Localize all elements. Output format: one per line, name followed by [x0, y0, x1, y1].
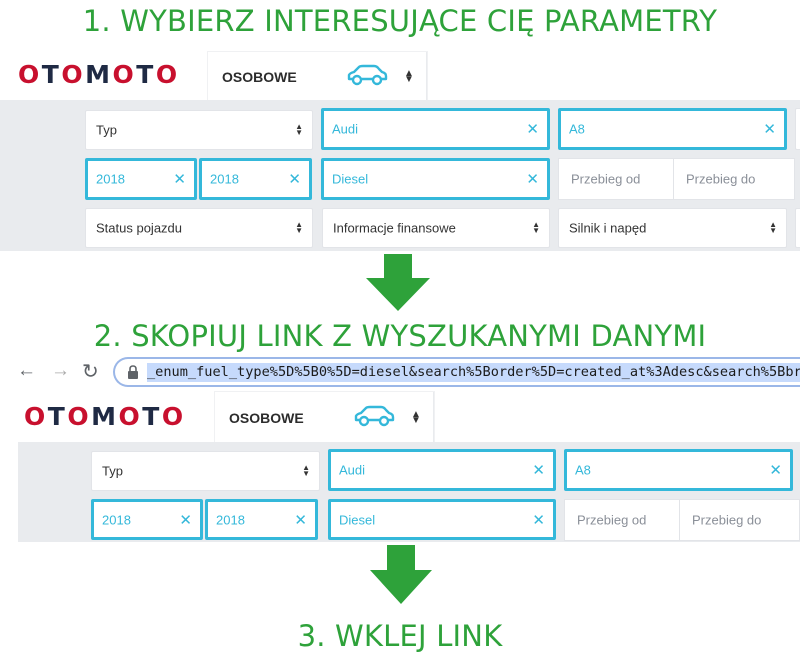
brand-value: Audi [339, 462, 366, 478]
year-to-value: 2018 [210, 171, 239, 187]
sort-arrows-icon: ▲ ▼ [295, 122, 303, 137]
otomoto-logo[interactable]: OTOMOTO [18, 60, 180, 89]
step-2-title: 2. SKOPIUJ LINK Z WYSZUKANYMI DANYMI [93, 319, 707, 353]
brand-select[interactable]: Audi ✕ [328, 449, 556, 491]
sort-arrows-icon: ▲ ▼ [769, 220, 777, 235]
clear-icon[interactable]: ✕ [526, 170, 539, 188]
year-to-value: 2018 [216, 512, 245, 527]
more-field-edge [795, 208, 800, 248]
model-select[interactable]: A8 ✕ [564, 449, 793, 491]
sort-arrows-icon: ▲ ▼ [295, 220, 303, 235]
forward-icon[interactable]: → [51, 360, 70, 382]
sort-arrows-icon: ▲ ▼ [532, 220, 540, 235]
clear-icon[interactable]: ✕ [179, 511, 192, 529]
vehicle-status-label: Status pojazdu [96, 220, 183, 236]
category-label: OSOBOWE [222, 69, 297, 85]
back-icon[interactable]: ← [17, 360, 36, 382]
finance-info-label: Informacje finansowe [333, 220, 456, 236]
down-arrow-icon [364, 254, 432, 312]
fuel-select[interactable]: Diesel ✕ [321, 158, 550, 200]
category-dropdown-icon: ▲ ▼ [404, 68, 414, 85]
mileage-range: Przebieg od Przebieg do [564, 499, 800, 541]
mileage-to-placeholder: Przebieg do [692, 512, 762, 528]
otomoto-logo[interactable]: OTOMOTO [24, 402, 186, 431]
clear-icon[interactable]: ✕ [526, 120, 539, 138]
model-value: A8 [575, 462, 591, 478]
mileage-range: Przebieg od Przebieg do [558, 158, 795, 200]
address-bar[interactable]: _enum_fuel_type%5D%5B0%5D=diesel&search%… [113, 357, 800, 387]
clear-icon[interactable]: ✕ [173, 170, 186, 188]
category-dropdown-icon: ▲ ▼ [411, 409, 421, 426]
mileage-to-input[interactable]: Przebieg do [680, 500, 800, 540]
sort-arrows-icon: ▲ ▼ [302, 463, 310, 478]
clear-icon[interactable]: ✕ [294, 511, 307, 529]
clear-icon[interactable]: ✕ [532, 461, 545, 479]
clear-icon[interactable]: ✕ [763, 120, 776, 138]
year-from-value: 2018 [96, 171, 125, 187]
category-selector[interactable]: OSOBOWE ▲ ▼ [208, 52, 427, 100]
clear-icon[interactable]: ✕ [769, 461, 782, 479]
type-select[interactable]: Typ ▲ ▼ [91, 451, 320, 491]
fuel-select[interactable]: Diesel ✕ [328, 499, 556, 540]
type-label: Typ [96, 122, 117, 138]
site-header: OTOMOTO OSOBOWE ▲ ▼ [0, 52, 800, 100]
type-label: Typ [102, 463, 123, 479]
year-to-select[interactable]: 2018 ✕ [205, 499, 318, 540]
year-from-select[interactable]: 2018 ✕ [85, 158, 197, 200]
model-select[interactable]: A8 ✕ [558, 108, 787, 150]
mileage-from-placeholder: Przebieg od [577, 512, 647, 528]
type-select[interactable]: Typ ▲ ▼ [85, 110, 313, 150]
year-from-value: 2018 [102, 512, 131, 527]
fuel-value: Diesel [339, 512, 376, 527]
engine-drive-label: Silnik i napęd [569, 220, 647, 236]
brand-select[interactable]: Audi ✕ [321, 108, 550, 150]
url-text[interactable]: _enum_fuel_type%5D%5B0%5D=diesel&search%… [147, 363, 800, 382]
category-selector[interactable]: OSOBOWE ▲ ▼ [215, 392, 434, 442]
step-3-title: 3. WKLEJ LINK [297, 619, 503, 653]
lock-icon[interactable] [127, 365, 139, 380]
vehicle-status-select[interactable]: Status pojazdu ▲ ▼ [85, 208, 313, 248]
reload-icon[interactable]: ↻ [82, 359, 99, 384]
year-to-select[interactable]: 2018 ✕ [199, 158, 312, 200]
mileage-from-input[interactable]: Przebieg od [559, 159, 673, 199]
engine-drive-select[interactable]: Silnik i napęd ▲ ▼ [558, 208, 787, 248]
more-field-edge [795, 108, 800, 150]
clear-icon[interactable]: ✕ [288, 170, 301, 188]
mileage-from-placeholder: Przebieg od [571, 171, 641, 187]
finance-info-select[interactable]: Informacje finansowe ▲ ▼ [322, 208, 550, 248]
mileage-from-input[interactable]: Przebieg od [565, 500, 679, 540]
down-arrow-icon [368, 545, 434, 605]
fuel-value: Diesel [332, 171, 369, 187]
mileage-to-placeholder: Przebieg do [686, 171, 756, 187]
mileage-to-input[interactable]: Przebieg do [674, 159, 796, 199]
year-from-select[interactable]: 2018 ✕ [91, 499, 203, 540]
car-icon [347, 64, 388, 86]
site-header: OTOMOTO OSOBOWE ▲ ▼ [0, 390, 800, 442]
brand-value: Audi [332, 121, 359, 137]
clear-icon[interactable]: ✕ [532, 511, 545, 529]
car-icon [354, 405, 395, 427]
model-value: A8 [569, 121, 585, 137]
step-1-title: 1. WYBIERZ INTERESUJĄCE CIĘ PARAMETRY [82, 4, 718, 38]
category-label: OSOBOWE [229, 410, 304, 426]
